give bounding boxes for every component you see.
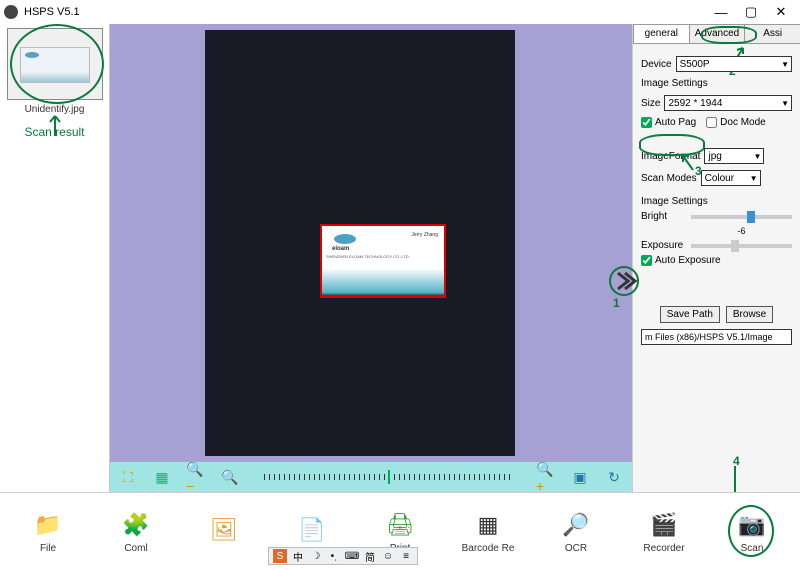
slideshow-icon: 🖼 <box>206 514 242 546</box>
window-title: HSPS V5.1 <box>24 6 80 18</box>
recorder-icon: 🎬 <box>646 509 682 541</box>
scan-button[interactable]: 📷 Scan <box>716 509 788 554</box>
device-label: Device <box>641 59 672 70</box>
ime-keyboard-icon[interactable]: ⌨ <box>345 549 359 563</box>
zoom-out-full-icon[interactable]: 🔍− <box>186 467 206 487</box>
file-button[interactable]: 📁 File <box>12 509 84 554</box>
image-settings-label: Image Settings <box>641 78 792 89</box>
preview-area[interactable]: Jerry Zhang eloam SHENZHEN ELOAM TECHNOL… <box>110 24 632 462</box>
zoom-in-icon[interactable]: 🔍+ <box>536 467 556 487</box>
focus-icon[interactable]: ▣ <box>570 467 590 487</box>
pdf-icon: 📄 <box>294 514 330 546</box>
ime-logo-icon: S <box>273 549 287 563</box>
doc-mode-checkbox[interactable]: Doc Mode <box>706 117 766 128</box>
preview-panel: Jerry Zhang eloam SHENZHEN ELOAM TECHNOL… <box>110 24 632 492</box>
fit-icon[interactable]: ▦ <box>152 467 172 487</box>
ime-toolbar[interactable]: S 中 ☽ •ˌ ⌨ 简 ☺ ≡ <box>268 547 418 565</box>
combine-button[interactable]: 🧩 Coml <box>100 509 172 554</box>
tab-assi[interactable]: Assi <box>744 24 800 43</box>
bright-slider[interactable] <box>691 215 792 219</box>
ime-simp-icon[interactable]: 简 <box>363 549 377 563</box>
settings-tabs: general Advanced Assi <box>633 24 800 44</box>
auto-page-checkbox[interactable]: Auto Pag <box>641 117 696 128</box>
ime-moon-icon[interactable]: ☽ <box>309 549 323 563</box>
size-select[interactable]: 2592 * 1944 <box>664 95 792 111</box>
bright-label: Bright <box>641 211 687 222</box>
title-bar: HSPS V5.1 — ▢ ✕ <box>0 0 800 24</box>
bottom-toolbar: 📁 File 🧩 Coml 🖼 📄 🖨 Print ▦ Barcode Re 🔎… <box>0 492 800 569</box>
device-select[interactable]: S500P <box>676 56 792 72</box>
image-format-select[interactable]: jpg <box>704 148 764 164</box>
app-logo-icon <box>4 5 18 19</box>
print-icon: 🖨 <box>382 509 418 541</box>
zoom-out-icon[interactable]: 🔍 <box>220 467 240 487</box>
zoom-slider[interactable] <box>264 474 512 480</box>
ime-lang-icon[interactable]: 中 <box>291 549 305 563</box>
eloam-logo-icon <box>334 234 356 244</box>
scanned-card[interactable]: Jerry Zhang eloam SHENZHEN ELOAM TECHNOL… <box>320 224 446 298</box>
collapse-arrow-icon[interactable] <box>615 269 639 293</box>
card-brand: eloam <box>332 246 440 252</box>
barcode-button[interactable]: ▦ Barcode Re <box>452 509 524 554</box>
tab-general[interactable]: general <box>633 24 690 43</box>
combine-icon: 🧩 <box>118 509 154 541</box>
thumbnail-panel: Unidentify.jpg Scan result <box>0 24 110 492</box>
ime-menu-icon[interactable]: ≡ <box>399 549 413 563</box>
auto-exposure-checkbox[interactable]: Auto Exposure <box>641 255 792 266</box>
camera-icon: 📷 <box>734 509 770 541</box>
card-company: SHENZHEN ELOAM TECHNOLOGY CO.,LTD. <box>326 254 440 259</box>
qrcode-icon: ▦ <box>470 509 506 541</box>
slideshow-button[interactable]: 🖼 <box>188 514 260 548</box>
recorder-button[interactable]: 🎬 Recorder <box>628 509 700 554</box>
rotate-icon[interactable]: ↻ <box>604 467 624 487</box>
bright-value: -6 <box>691 226 792 236</box>
close-button[interactable]: ✕ <box>766 4 796 20</box>
ime-punct-icon[interactable]: •ˌ <box>327 549 341 563</box>
ocr-button[interactable]: 🔎 OCR <box>540 509 612 554</box>
ime-face-icon[interactable]: ☺ <box>381 549 395 563</box>
pdf-button[interactable]: 📄 <box>276 514 348 548</box>
preview-toolbar: ⛶ ▦ 🔍− 🔍 🔍+ ▣ ↻ <box>110 462 632 492</box>
crop-icon[interactable]: ⛶ <box>118 467 138 487</box>
image-settings2-label: Image Settings <box>641 196 792 207</box>
image-format-label: ImageFormat <box>641 151 700 162</box>
scan-modes-select[interactable]: Colour <box>701 170 761 186</box>
thumbnail-item[interactable] <box>7 28 103 100</box>
thumbnail-filename: Unidentify.jpg <box>4 104 105 115</box>
settings-panel: 1 general Advanced Assi 2 Device S500P I… <box>632 24 800 492</box>
scan-result-label: Scan result <box>4 125 105 139</box>
scan-modes-label: Scan Modes <box>641 173 697 184</box>
size-label: Size <box>641 98 660 109</box>
browse-button[interactable]: Browse <box>726 306 773 323</box>
card-person: Jerry Zhang <box>411 232 438 238</box>
save-path-button[interactable]: Save Path <box>660 306 720 323</box>
save-path-field[interactable]: m Files (x86)/HSPS V5.1/Image <box>641 329 792 345</box>
ocr-icon: 🔎 <box>558 509 594 541</box>
maximize-button[interactable]: ▢ <box>736 4 766 20</box>
tab-advanced[interactable]: Advanced <box>689 24 746 43</box>
exposure-slider[interactable] <box>691 244 792 248</box>
minimize-button[interactable]: — <box>706 5 736 20</box>
folder-icon: 📁 <box>30 509 66 541</box>
exposure-label: Exposure <box>641 240 687 251</box>
